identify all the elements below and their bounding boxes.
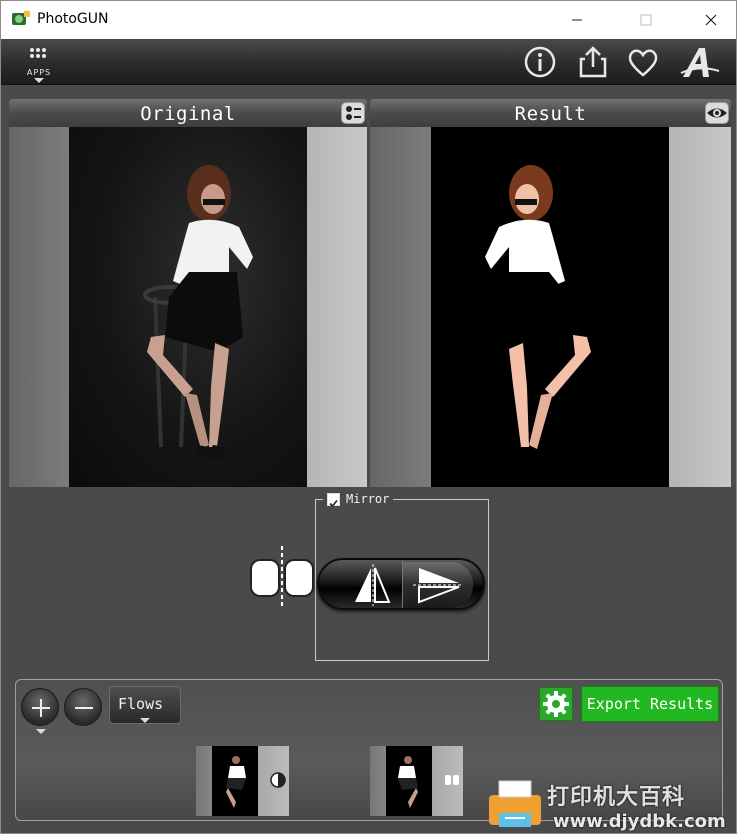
contrast-icon <box>270 772 286 788</box>
printer-icon <box>489 780 541 827</box>
checkmark-icon <box>329 499 338 507</box>
flow-thumbnail[interactable] <box>370 746 463 816</box>
info-icon[interactable] <box>522 45 558 79</box>
thumbnail-figure <box>398 756 418 808</box>
result-panel-header: Result <box>370 99 731 127</box>
original-photo <box>69 127 307 487</box>
result-panel: Result <box>370 99 731 487</box>
mirror-checkbox[interactable] <box>327 492 340 507</box>
heart-icon[interactable] <box>625 45 661 79</box>
watermark-text: 打印机大百科 <box>547 785 686 810</box>
apps-label: APPS <box>26 68 52 77</box>
remove-flow-button[interactable] <box>64 688 102 726</box>
original-panel: Original <box>9 99 367 487</box>
mirror-legend: Mirror <box>323 491 394 507</box>
app-logo-icon <box>12 11 30 25</box>
minus-icon <box>75 707 93 709</box>
original-panel-title: Original <box>140 103 236 125</box>
flows-dropdown-label: Flows <box>118 695 164 713</box>
split-view-icon <box>445 775 459 785</box>
apps-button[interactable]: APPS <box>19 47 59 83</box>
original-panel-header: Original <box>9 99 367 127</box>
mirror-direction-toggle <box>317 558 485 610</box>
compare-icon <box>346 106 361 120</box>
flip-horizontal-button[interactable] <box>337 562 401 608</box>
result-preview-area <box>370 127 731 487</box>
minimize-button[interactable] <box>554 1 600 39</box>
share-icon[interactable] <box>575 45 611 79</box>
flows-dropdown[interactable]: Flows <box>109 686 181 724</box>
flip-horizontal-icon <box>355 564 391 606</box>
gear-icon <box>543 691 569 717</box>
minimize-icon <box>572 19 582 21</box>
title-bar: PhotoGUN <box>1 1 736 39</box>
result-photo <box>431 127 669 487</box>
split-view-button[interactable] <box>249 546 315 608</box>
plus-icon <box>32 699 50 734</box>
add-flow-button[interactable] <box>21 688 59 734</box>
maximize-button[interactable] <box>623 1 669 39</box>
app-window: PhotoGUN APPS Original Result Mirror Flo… <box>0 0 737 834</box>
original-preview-area <box>9 127 367 487</box>
thumbnail-figure <box>226 756 246 808</box>
result-photo-figure <box>485 165 591 449</box>
preview-toggle-button[interactable] <box>705 102 729 124</box>
flip-vertical-button[interactable] <box>403 562 473 608</box>
mirror-label: Mirror <box>346 492 390 506</box>
result-panel-title: Result <box>514 103 587 125</box>
thumbnail-photo <box>212 746 258 816</box>
toolbar: APPS <box>1 39 736 85</box>
settings-button[interactable] <box>539 687 573 721</box>
chevron-down-icon <box>34 78 44 83</box>
flow-thumbnail[interactable] <box>196 746 289 816</box>
chevron-down-icon <box>140 718 150 723</box>
window-title: PhotoGUN <box>37 11 109 27</box>
close-button[interactable] <box>688 1 734 39</box>
watermark: 打印机大百科 www.djydbk.com <box>481 771 736 833</box>
original-photo-figure <box>143 165 253 461</box>
maximize-icon <box>640 14 652 26</box>
split-view-icon <box>250 546 314 608</box>
compare-toggle-button[interactable] <box>341 102 365 124</box>
export-results-button[interactable]: Export Results <box>581 686 719 722</box>
apps-grid-icon <box>30 48 46 58</box>
watermark-url: www.djydbk.com <box>553 811 726 832</box>
eye-icon <box>707 108 727 118</box>
thumbnail-photo <box>386 746 432 816</box>
close-icon <box>705 14 717 26</box>
flip-vertical-icon <box>413 568 463 604</box>
font-a-icon[interactable] <box>679 45 721 79</box>
